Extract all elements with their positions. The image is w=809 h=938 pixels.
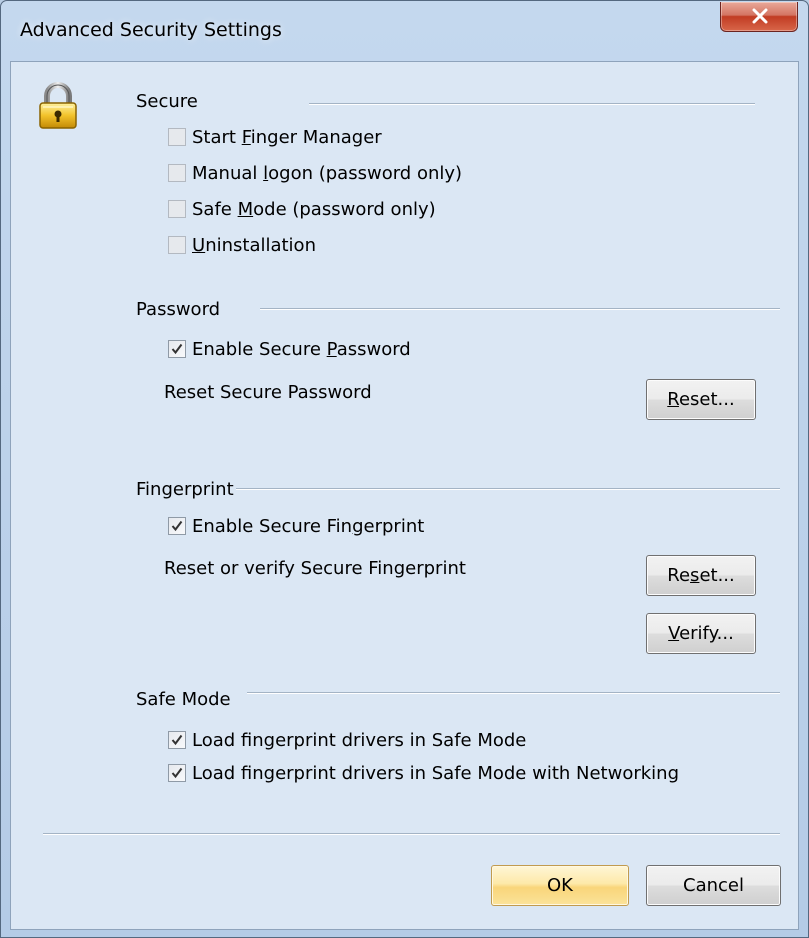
button-label: OK: [547, 875, 573, 896]
checkmark-icon: [171, 343, 183, 355]
load-drivers-safe-mode-checkbox[interactable]: Load fingerprint drivers in Safe Mode: [168, 727, 526, 753]
fingerprint-group-label: Fingerprint: [136, 479, 234, 500]
reset-secure-password-text: Reset Secure Password: [164, 382, 372, 403]
checkbox-label: Load fingerprint drivers in Safe Mode wi…: [192, 762, 680, 784]
start-finger-manager-checkbox[interactable]: Start Finger Manager: [168, 124, 382, 150]
checkbox-box[interactable]: [168, 236, 186, 254]
load-drivers-safe-mode-networking-checkbox[interactable]: Load fingerprint drivers in Safe Mode wi…: [168, 760, 679, 786]
checkbox-box[interactable]: [168, 164, 186, 182]
manual-logon-checkbox[interactable]: Manual logon (password only): [168, 160, 462, 186]
window-title: Advanced Security Settings: [20, 19, 282, 41]
checkmark-icon: [171, 734, 183, 746]
reset-verify-fingerprint-text: Reset or verify Secure Fingerprint: [164, 558, 466, 579]
footer-divider: [43, 833, 780, 835]
password-group-label: Password: [136, 299, 221, 320]
checkbox-label: Safe Mode (password only): [192, 198, 436, 220]
checkbox-box[interactable]: [168, 340, 186, 358]
button-label: Cancel: [683, 875, 744, 896]
checkbox-box[interactable]: [168, 517, 186, 535]
checkmark-icon: [171, 520, 183, 532]
button-label: Verify...: [668, 623, 734, 644]
title-bar[interactable]: Advanced Security Settings: [1, 1, 808, 63]
button-label: Reset...: [667, 389, 735, 410]
close-button[interactable]: [720, 2, 798, 32]
ok-button[interactable]: OK: [491, 865, 629, 906]
checkbox-box[interactable]: [168, 200, 186, 218]
checkbox-box[interactable]: [168, 128, 186, 146]
enable-secure-fingerprint-checkbox[interactable]: Enable Secure Fingerprint: [168, 513, 424, 539]
uninstallation-checkbox[interactable]: Uninstallation: [168, 232, 316, 258]
reset-password-button[interactable]: Reset...: [646, 379, 756, 420]
button-label: Reset...: [667, 565, 735, 586]
cancel-button[interactable]: Cancel: [646, 865, 781, 906]
checkbox-label: Start Finger Manager: [192, 126, 382, 148]
fingerprint-divider: [236, 488, 780, 490]
safe-mode-divider: [247, 692, 780, 694]
checkbox-box[interactable]: [168, 731, 186, 749]
secure-group-label: Secure: [136, 91, 198, 112]
safe-mode-password-checkbox[interactable]: Safe Mode (password only): [168, 196, 436, 222]
checkbox-label: Enable Secure Fingerprint: [192, 515, 425, 537]
dialog-window: Advanced Security Settings Secure Start …: [0, 0, 809, 938]
dialog-content: Secure Start Finger Manager Manual logon…: [10, 61, 799, 930]
checkbox-label: Enable Secure Password: [192, 338, 411, 360]
checkmark-icon: [171, 767, 183, 779]
checkbox-label: Load fingerprint drivers in Safe Mode: [192, 729, 527, 751]
checkbox-box[interactable]: [168, 764, 186, 782]
checkbox-label: Uninstallation: [192, 234, 316, 256]
secure-divider: [309, 103, 755, 105]
reset-fingerprint-button[interactable]: Reset...: [646, 555, 756, 596]
close-icon: [752, 8, 768, 24]
password-divider: [260, 308, 780, 310]
safe-mode-group-label: Safe Mode: [136, 689, 231, 710]
verify-fingerprint-button[interactable]: Verify...: [646, 613, 756, 654]
padlock-icon: [39, 82, 77, 129]
enable-secure-password-checkbox[interactable]: Enable Secure Password: [168, 336, 411, 362]
checkbox-label: Manual logon (password only): [192, 162, 463, 184]
